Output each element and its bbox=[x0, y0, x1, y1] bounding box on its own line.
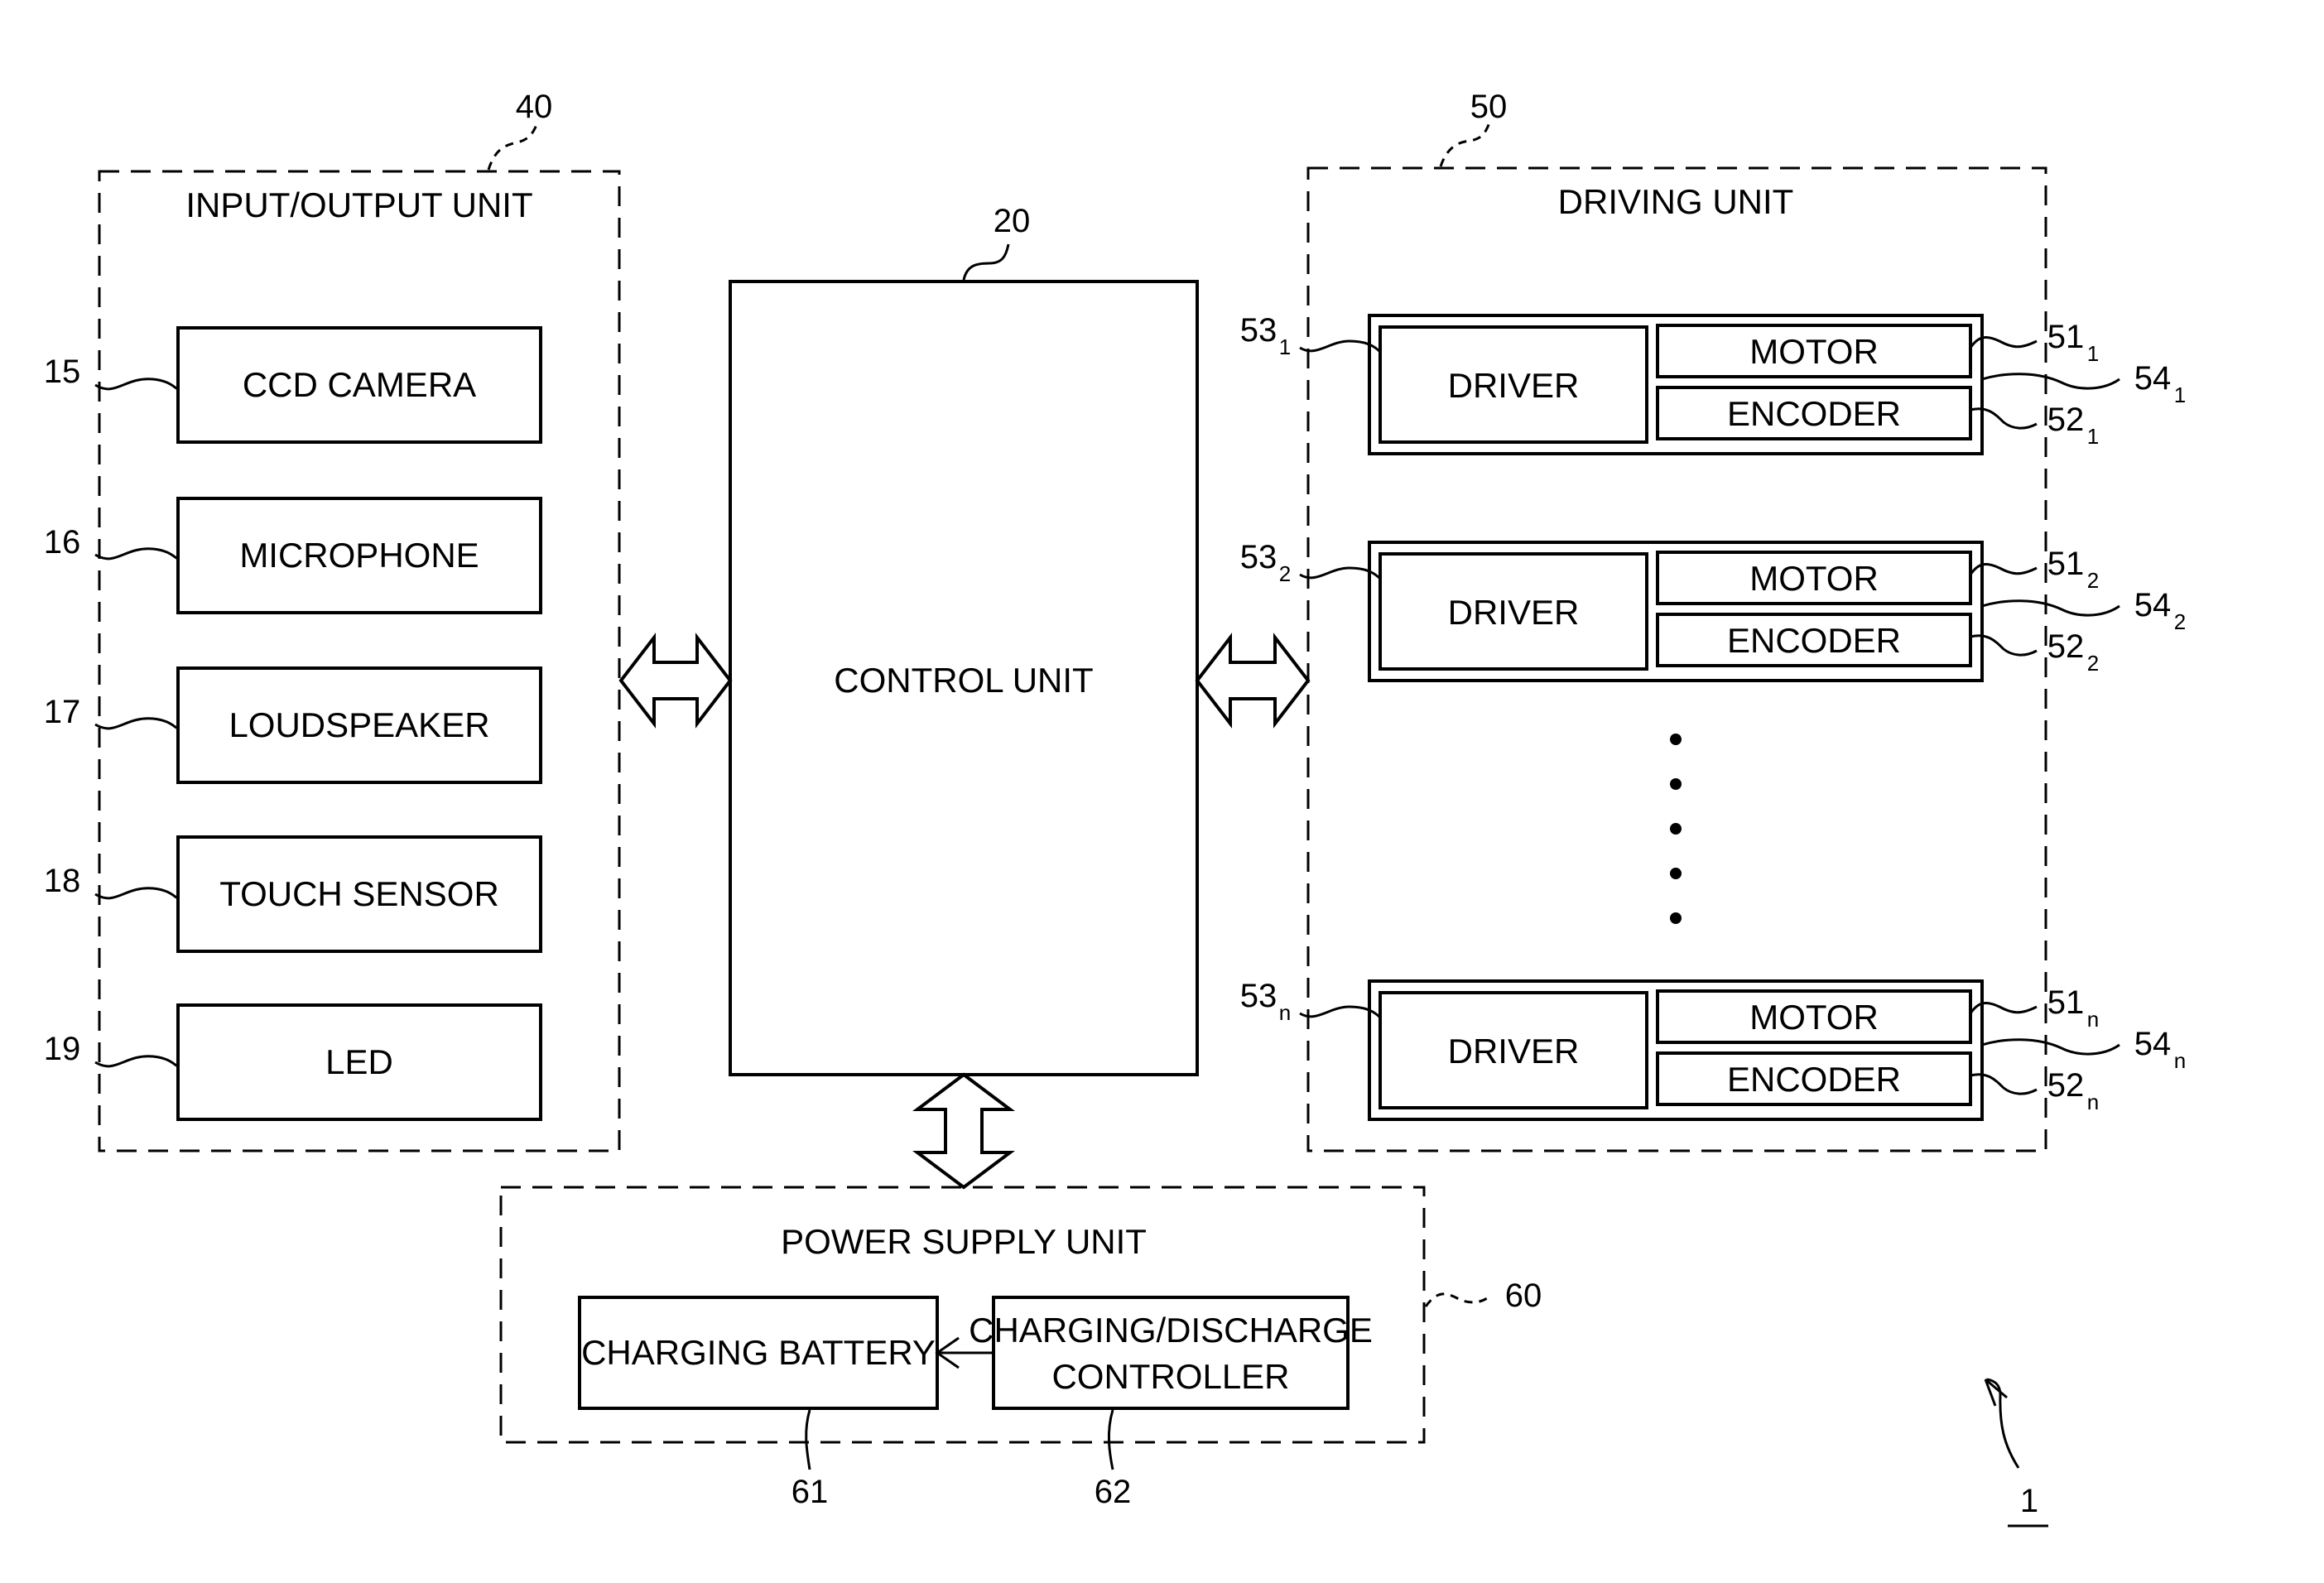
io-unit: INPUT/OUTPUT UNIT 40 CCD CAMERA 15 MICRO… bbox=[44, 89, 621, 1152]
io-item-ref: 15 bbox=[44, 354, 81, 390]
driving-unit-leader bbox=[1439, 119, 1492, 167]
drive-module-n: DRIVER MOTOR ENCODER 53 n 51 n 54 n 52 n bbox=[1240, 978, 2186, 1121]
io-item-microphone: MICROPHONE 16 bbox=[44, 497, 542, 614]
io-control-double-arrow-icon bbox=[618, 633, 733, 729]
motor-ref-sub: n bbox=[2087, 1007, 2099, 1032]
io-item-loudspeaker: LOUDSPEAKER 17 bbox=[44, 666, 542, 784]
io-item-label: CCD CAMERA bbox=[243, 365, 476, 404]
driver-ref: 53 bbox=[1240, 978, 1277, 1014]
ellipsis-dot bbox=[1670, 868, 1682, 879]
system-reference: 1 bbox=[1984, 1378, 2048, 1528]
encoder-ref: 52 bbox=[2047, 1067, 2085, 1104]
io-item-ccd-camera: CCD CAMERA 15 bbox=[44, 326, 542, 444]
charging-battery-ref: 61 bbox=[792, 1474, 829, 1510]
charge-discharge-controller: CHARGING/DISCHARGE CONTROLLER 62 bbox=[969, 1296, 1373, 1510]
drive-module-2: DRIVER MOTOR ENCODER 53 2 51 2 54 2 52 2 bbox=[1240, 539, 2186, 682]
controller-ref: 62 bbox=[1095, 1474, 1132, 1510]
power-supply-unit: POWER SUPPLY UNIT 60 CHARGING BATTERY 61… bbox=[499, 1186, 1542, 1510]
driver-label: DRIVER bbox=[1448, 366, 1580, 405]
io-item-leader bbox=[94, 378, 179, 391]
io-item-label: TOUCH SENSOR bbox=[219, 874, 499, 913]
io-item-label: LOUDSPEAKER bbox=[229, 705, 489, 744]
encoder-label: ENCODER bbox=[1727, 1060, 1901, 1099]
driving-unit: DRIVING UNIT 50 DRIVER MOTOR ENCODER 53 … bbox=[1240, 89, 2186, 1152]
module-ref: 54 bbox=[2134, 587, 2172, 623]
ellipsis-dot bbox=[1670, 823, 1682, 835]
power-supply-leader bbox=[1424, 1292, 1492, 1307]
power-supply-ref: 60 bbox=[1505, 1277, 1542, 1314]
encoder-ref-sub: 2 bbox=[2087, 651, 2099, 676]
io-unit-ref: 40 bbox=[516, 89, 553, 125]
controller-leader bbox=[1107, 1409, 1114, 1470]
motor-label: MOTOR bbox=[1749, 332, 1879, 371]
motor-ref-sub: 2 bbox=[2087, 568, 2099, 593]
charging-battery-leader bbox=[805, 1409, 811, 1470]
controller-label-line2: CONTROLLER bbox=[1051, 1357, 1289, 1396]
motor-ref: 51 bbox=[2047, 319, 2085, 355]
driving-unit-ref: 50 bbox=[1470, 89, 1508, 125]
motor-ref-sub: 1 bbox=[2087, 341, 2099, 366]
control-unit-ref: 20 bbox=[994, 203, 1031, 239]
control-driving-double-arrow-icon bbox=[1195, 633, 1311, 729]
system-ref-number: 1 bbox=[2020, 1483, 2038, 1519]
ellipsis-dot bbox=[1670, 734, 1682, 745]
ellipsis-dot bbox=[1670, 778, 1682, 790]
control-unit-leader bbox=[962, 243, 1010, 281]
driving-unit-title: DRIVING UNIT bbox=[1558, 182, 1794, 221]
module-leader bbox=[1981, 1038, 2120, 1056]
charging-battery-label: CHARGING BATTERY bbox=[581, 1333, 936, 1372]
driver-label: DRIVER bbox=[1448, 593, 1580, 632]
drive-module-1: DRIVER MOTOR ENCODER 53 1 51 1 54 1 52 1 bbox=[1240, 312, 2186, 455]
io-unit-leader bbox=[487, 119, 540, 171]
encoder-label: ENCODER bbox=[1727, 621, 1901, 660]
motor-ref: 51 bbox=[2047, 546, 2085, 582]
module-ellipsis bbox=[1670, 734, 1682, 924]
io-item-touch-sensor: TOUCH SENSOR 18 bbox=[44, 835, 542, 953]
module-ref-sub: 2 bbox=[2174, 609, 2186, 634]
motor-label: MOTOR bbox=[1749, 998, 1879, 1037]
driver-ref-sub: n bbox=[1279, 1000, 1291, 1025]
charging-battery: CHARGING BATTERY 61 bbox=[578, 1296, 939, 1510]
io-item-leader bbox=[94, 1055, 179, 1068]
io-item-leader bbox=[94, 717, 179, 730]
block-diagram: INPUT/OUTPUT UNIT 40 CCD CAMERA 15 MICRO… bbox=[44, 89, 2186, 1528]
module-ref: 54 bbox=[2134, 360, 2172, 397]
ellipsis-dot bbox=[1670, 912, 1682, 924]
module-ref: 54 bbox=[2134, 1026, 2172, 1062]
io-unit-title: INPUT/OUTPUT UNIT bbox=[185, 185, 532, 224]
encoder-ref-sub: n bbox=[2087, 1090, 2099, 1114]
module-leader bbox=[1981, 599, 2120, 617]
power-supply-title: POWER SUPPLY UNIT bbox=[781, 1222, 1147, 1261]
io-item-label: LED bbox=[325, 1042, 393, 1081]
module-ref-sub: 1 bbox=[2174, 383, 2186, 407]
io-item-ref: 16 bbox=[44, 524, 81, 561]
driver-ref-sub: 2 bbox=[1279, 561, 1291, 586]
io-item-led: LED 19 bbox=[44, 1003, 542, 1121]
module-ref-sub: n bbox=[2174, 1048, 2186, 1073]
control-power-double-arrow-icon bbox=[912, 1072, 1015, 1190]
control-unit: CONTROL UNIT 20 bbox=[729, 203, 1199, 1076]
io-item-leader bbox=[94, 547, 179, 561]
motor-ref: 51 bbox=[2047, 984, 2085, 1021]
encoder-ref: 52 bbox=[2047, 402, 2085, 438]
io-item-ref: 18 bbox=[44, 863, 81, 899]
driver-ref: 53 bbox=[1240, 539, 1277, 575]
controller-label-line1: CHARGING/DISCHARGE bbox=[969, 1311, 1373, 1350]
motor-label: MOTOR bbox=[1749, 559, 1879, 598]
io-item-ref: 19 bbox=[44, 1031, 81, 1067]
control-unit-label: CONTROL UNIT bbox=[834, 661, 1093, 700]
driver-label: DRIVER bbox=[1448, 1032, 1580, 1071]
io-item-label: MICROPHONE bbox=[239, 536, 479, 575]
encoder-ref: 52 bbox=[2047, 628, 2085, 665]
module-leader bbox=[1981, 373, 2120, 390]
io-item-leader bbox=[94, 887, 179, 900]
io-item-ref: 17 bbox=[44, 694, 81, 730]
driver-ref-sub: 1 bbox=[1279, 334, 1291, 359]
driver-ref: 53 bbox=[1240, 312, 1277, 349]
encoder-ref-sub: 1 bbox=[2087, 424, 2099, 449]
encoder-label: ENCODER bbox=[1727, 394, 1901, 433]
